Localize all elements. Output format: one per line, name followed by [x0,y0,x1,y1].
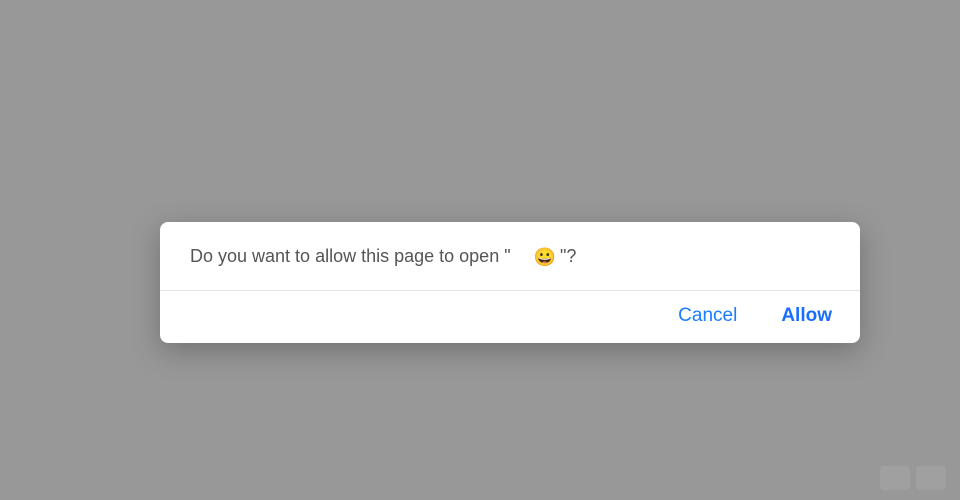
footer-controls [880,466,946,490]
dialog-actions: Cancel Allow [160,291,860,343]
dialog-message-suffix: "? [560,246,576,266]
cancel-button[interactable]: Cancel [678,305,737,327]
dialog-message: Do you want to allow this page to open "… [190,246,576,266]
dialog-body: Do you want to allow this page to open "… [160,222,860,291]
footer-icon [880,466,910,490]
footer-icon [916,466,946,490]
allow-button[interactable]: Allow [781,305,832,327]
permission-dialog: Do you want to allow this page to open "… [160,222,860,343]
dialog-message-prefix: Do you want to allow this page to open " [190,246,511,266]
app-emoji-icon: 😀 [534,247,556,268]
